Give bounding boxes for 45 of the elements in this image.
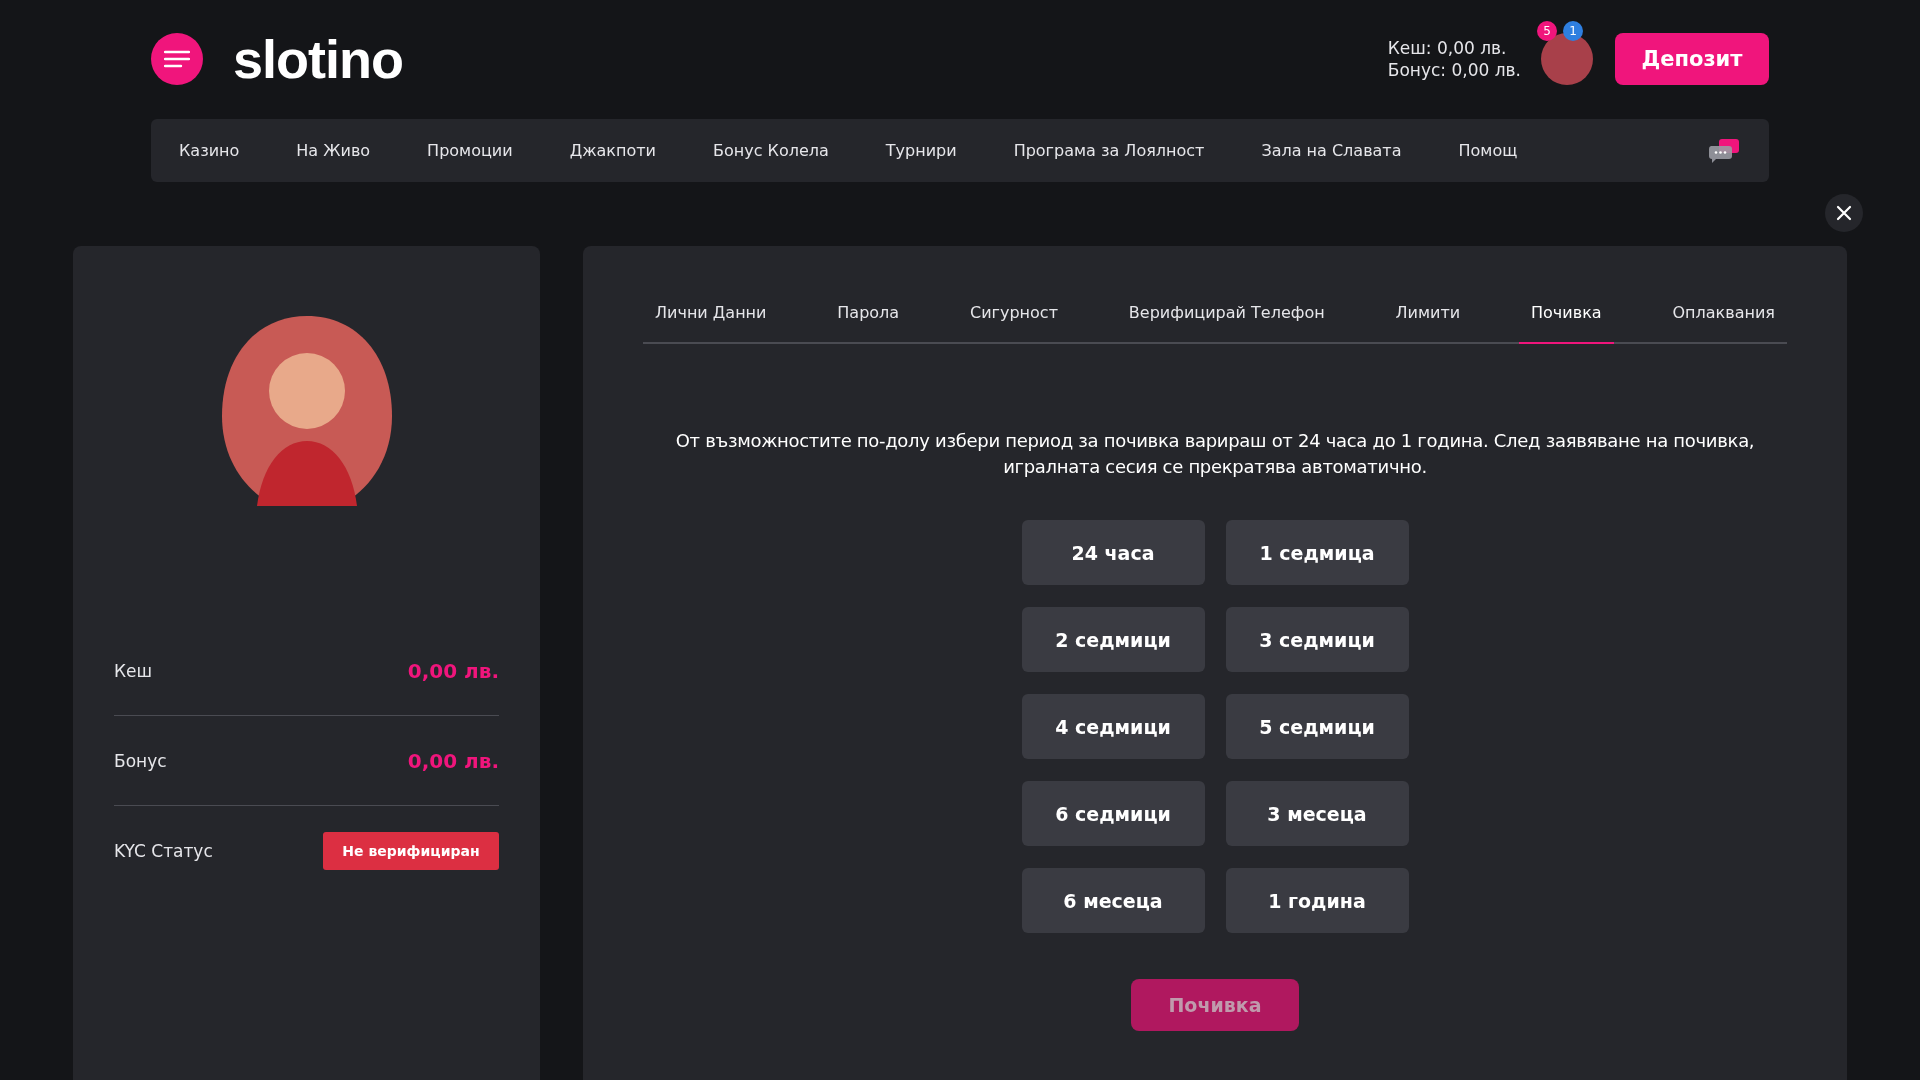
chat-icon[interactable] xyxy=(1707,137,1741,164)
period-option[interactable]: 4 седмици xyxy=(1021,694,1205,759)
nav-link[interactable]: Турнири xyxy=(885,141,957,160)
nav-link[interactable]: Промоции xyxy=(427,141,513,160)
period-option[interactable]: 5 седмици xyxy=(1225,694,1409,759)
notification-badge: 5 xyxy=(1537,21,1557,41)
nav-link[interactable]: Казино xyxy=(179,141,240,160)
notification-badge: 1 xyxy=(1563,21,1583,41)
deposit-button[interactable]: Депозит xyxy=(1615,33,1769,85)
period-option[interactable]: 3 седмици xyxy=(1225,607,1409,672)
tab[interactable]: Почивка xyxy=(1519,291,1614,344)
avatar[interactable] xyxy=(1541,33,1593,85)
nav-link[interactable]: На Живо xyxy=(296,141,371,160)
row-label: Кеш xyxy=(114,660,153,681)
period-option[interactable]: 3 месеца xyxy=(1225,781,1409,846)
close-button[interactable] xyxy=(1825,194,1863,232)
tab[interactable]: Парола xyxy=(825,291,912,344)
period-option[interactable]: 1 седмица xyxy=(1225,520,1409,585)
close-icon xyxy=(1836,205,1852,221)
tab[interactable]: Оплаквания xyxy=(1660,291,1787,344)
tab[interactable]: Верифицирай Телефон xyxy=(1116,291,1337,344)
period-option[interactable]: 6 месеца xyxy=(1021,868,1205,933)
nav-link[interactable]: Джакпоти xyxy=(569,141,656,160)
description-text: От възможностите по-долу избери период за почивка варираш от 24 часа до 1 година. След заявяване на почивка, игралната сесия се прекратява автоматично. xyxy=(674,429,1756,479)
row-label: Бонус xyxy=(114,750,167,771)
balance-text: Кеш: 0,00 лв. xyxy=(1387,37,1508,59)
menu-button[interactable] xyxy=(151,33,203,85)
nav-link[interactable]: Помощ xyxy=(1458,141,1518,160)
tab[interactable]: Лимити xyxy=(1383,291,1473,344)
row-label: KYC Статус xyxy=(114,840,213,861)
tab[interactable]: Сигурност xyxy=(958,291,1070,344)
nav-link[interactable]: Бонус Колела xyxy=(713,141,829,160)
logo[interactable]: slotino xyxy=(233,33,403,85)
amount-value: 0,00 лв. xyxy=(407,748,499,773)
period-option[interactable]: 6 седмици xyxy=(1021,781,1205,846)
period-option[interactable]: 1 година xyxy=(1225,868,1409,933)
tab[interactable]: Лични Данни xyxy=(643,291,779,344)
nav-link[interactable]: Зала на Славата xyxy=(1261,141,1402,160)
amount-value: 0,00 лв. xyxy=(407,658,499,683)
period-option[interactable]: 24 часа xyxy=(1021,520,1205,585)
status-badge: Не верифициран xyxy=(323,831,499,870)
balance-text: Бонус: 0,00 лв. xyxy=(1387,59,1521,81)
menu-icon xyxy=(164,50,190,68)
period-option[interactable]: 2 седмици xyxy=(1021,607,1205,672)
nav-link[interactable]: Програма за Лоялност xyxy=(1013,141,1205,160)
